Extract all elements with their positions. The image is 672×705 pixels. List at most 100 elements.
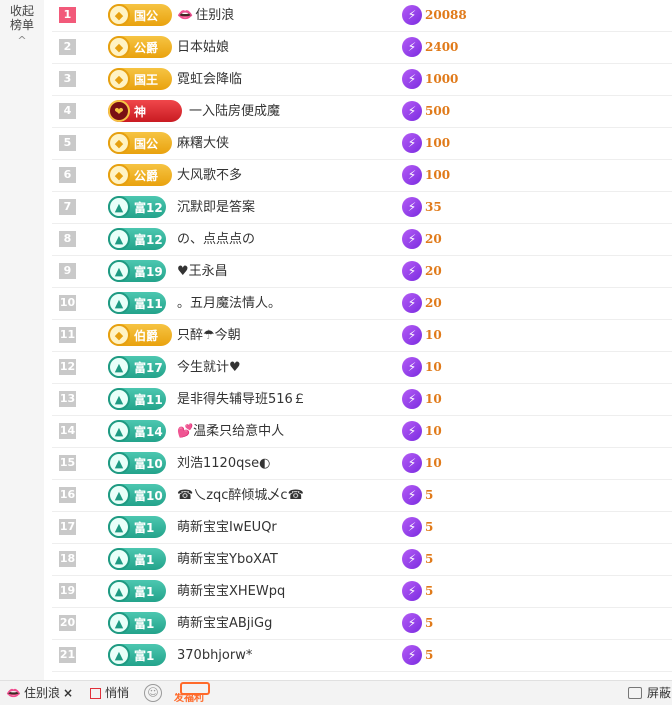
username[interactable]: 一入陆房便成魔: [189, 96, 280, 127]
username[interactable]: 370bhjorw*: [177, 640, 252, 671]
username[interactable]: 只醉☂今朝: [177, 320, 241, 351]
screen-label: 屏蔽: [647, 686, 672, 700]
rank-number: 10: [59, 295, 76, 311]
badge-label: 富1: [134, 552, 155, 567]
rank-row[interactable]: 15 ▲ 富10 刘浩1120qse◐ ⚡ 10: [52, 448, 672, 480]
rank-row[interactable]: 20 ▲ 富1 萌新宝宝ABjiGg ⚡ 5: [52, 608, 672, 640]
recipient-tag[interactable]: 👄 住别浪: [6, 681, 60, 705]
rank-panel-sidebar: 收起 榜单 ^: [0, 0, 44, 680]
username-text: 刘浩1120qse◐: [177, 456, 271, 471]
rank-row[interactable]: 1 ◆ 国公 👄 住别浪 ⚡ 20088: [52, 0, 672, 32]
level-badge: ▲ 富1: [108, 612, 166, 634]
close-icon[interactable]: ×: [63, 681, 73, 705]
whisper-label: 悄悄: [105, 686, 130, 700]
username[interactable]: 萌新宝宝XHEWpq: [177, 576, 285, 607]
badge-label: 国王: [134, 72, 159, 87]
username[interactable]: 刘浩1120qse◐: [177, 448, 270, 479]
welfare-gift-button[interactable]: 发福利: [174, 681, 222, 705]
rank-row[interactable]: 9 ▲ 富19 ♥王永昌 ⚡ 20: [52, 256, 672, 288]
username[interactable]: 沉默即是答案: [177, 192, 255, 223]
username[interactable]: 💕温柔只给意中人: [177, 416, 284, 447]
username-text: ♥王永昌: [177, 264, 228, 279]
rank-row[interactable]: 13 ▲ 富11 是非得失辅导班516￡ ⚡ 10: [52, 384, 672, 416]
username-text: 萌新宝宝YboXAT: [177, 552, 278, 567]
username[interactable]: 大风歌不多: [177, 160, 242, 191]
rank-number: 15: [59, 455, 76, 471]
username[interactable]: ♥王永昌: [177, 256, 228, 287]
screen-toggle-button[interactable]: 屏蔽: [628, 681, 671, 705]
username[interactable]: の、点点点の: [177, 224, 255, 255]
gift-amount: 10: [425, 360, 442, 374]
lips-icon: 👄: [177, 8, 194, 23]
rank-row[interactable]: 7 ▲ 富12 沉默即是答案 ⚡ 35: [52, 192, 672, 224]
rank-list: 1 ◆ 国公 👄 住别浪 ⚡ 20088 2 ◆ 公爵 日本姑娘 ⚡ 2400 3 ◆ 国王 霓虹会降临 ⚡ 100…: [52, 0, 672, 672]
level-badge: ▲ 富11: [108, 292, 166, 314]
badge-label: 富14: [134, 424, 163, 439]
lightning-gift-icon: ⚡: [402, 101, 422, 121]
lightning-gift-icon: ⚡: [402, 197, 422, 217]
gift-amount: 10: [425, 392, 442, 406]
lightning-gift-icon: ⚡: [402, 581, 422, 601]
fortune-emblem-icon: ▲: [108, 260, 130, 282]
lightning-gift-icon: ⚡: [402, 645, 422, 665]
rank-row[interactable]: 2 ◆ 公爵 日本姑娘 ⚡ 2400: [52, 32, 672, 64]
username[interactable]: 日本姑娘: [177, 32, 229, 63]
checkbox-icon[interactable]: [90, 687, 101, 699]
rank-row[interactable]: 10 ▲ 富11 。五月魔法情人。 ⚡ 20: [52, 288, 672, 320]
rank-row[interactable]: 4 ❤ 神一入陆房便成魔 ⚡ 500: [52, 96, 672, 128]
lips-icon: 👄: [6, 686, 21, 700]
rank-number: 14: [59, 423, 76, 439]
username[interactable]: 是非得失辅导班516￡: [177, 384, 306, 415]
username[interactable]: 👄 住别浪: [177, 0, 234, 31]
badge-label: 富12: [134, 232, 163, 247]
username-text: 沉默即是答案: [177, 200, 256, 215]
username[interactable]: 萌新宝宝IwEUQr: [177, 512, 277, 543]
badge-label: 富19: [134, 264, 163, 279]
rank-row[interactable]: 11 ◆ 伯爵 只醉☂今朝 ⚡ 10: [52, 320, 672, 352]
username[interactable]: 霓虹会降临: [177, 64, 242, 95]
badge-label: 富1: [134, 616, 155, 631]
rank-row[interactable]: 21 ▲ 富1 370bhjorw* ⚡ 5: [52, 640, 672, 672]
noble-emblem-icon: ◆: [108, 324, 130, 346]
rank-number: 16: [59, 487, 76, 503]
username[interactable]: ☎乀zqc醉倾城乄c☎: [177, 480, 304, 511]
username-text: 今生就计♥: [177, 360, 241, 375]
rank-row[interactable]: 16 ▲ 富10 ☎乀zqc醉倾城乄c☎ ⚡ 5: [52, 480, 672, 512]
badge-label: 富12: [134, 200, 163, 215]
rank-number: 4: [59, 103, 76, 119]
rank-row[interactable]: 8 ▲ 富12 の、点点点の ⚡ 20: [52, 224, 672, 256]
username-text: 萌新宝宝IwEUQr: [177, 520, 277, 535]
lightning-gift-icon: ⚡: [402, 485, 422, 505]
gift-amount: 2400: [425, 40, 459, 54]
rank-number: 11: [59, 327, 76, 343]
username[interactable]: 麻糬大侠: [177, 128, 229, 159]
level-badge: ▲ 富12: [108, 196, 166, 218]
gift-amount: 10: [425, 424, 442, 438]
username-text: 日本姑娘: [177, 40, 230, 55]
rank-row[interactable]: 14 ▲ 富14 💕温柔只给意中人 ⚡ 10: [52, 416, 672, 448]
rank-row[interactable]: 3 ◆ 国王 霓虹会降临 ⚡ 1000: [52, 64, 672, 96]
username[interactable]: 萌新宝宝ABjiGg: [177, 608, 272, 639]
rank-row[interactable]: 18 ▲ 富1 萌新宝宝YboXAT ⚡ 5: [52, 544, 672, 576]
collapse-rank-button[interactable]: 收起 榜单 ^: [0, 4, 44, 48]
collapse-label-1: 收起: [9, 4, 34, 18]
rank-number: 2: [59, 39, 76, 55]
username[interactable]: 今生就计♥: [177, 352, 241, 383]
rank-row[interactable]: 6 ◆ 公爵 大风歌不多 ⚡ 100: [52, 160, 672, 192]
username-text: 💕温柔只给意中人: [177, 424, 285, 439]
lightning-gift-icon: ⚡: [402, 133, 422, 153]
fortune-emblem-icon: ▲: [108, 388, 130, 410]
username[interactable]: 。五月魔法情人。: [177, 288, 281, 319]
level-badge: ▲ 富12: [108, 228, 166, 250]
rank-number: 1: [59, 7, 76, 23]
rank-row[interactable]: 19 ▲ 富1 萌新宝宝XHEWpq ⚡ 5: [52, 576, 672, 608]
rank-row[interactable]: 17 ▲ 富1 萌新宝宝IwEUQr ⚡ 5: [52, 512, 672, 544]
whisper-checkbox[interactable]: 悄悄: [90, 681, 129, 705]
username[interactable]: 萌新宝宝YboXAT: [177, 544, 278, 575]
rank-row[interactable]: 5 ◆ 国公 麻糬大侠 ⚡ 100: [52, 128, 672, 160]
level-badge: ▲ 富17: [108, 356, 166, 378]
rank-row[interactable]: 12 ▲ 富17 今生就计♥ ⚡ 10: [52, 352, 672, 384]
level-badge: ▲ 富14: [108, 420, 166, 442]
chat-input-bar: 👄 住别浪 × 悄悄 ☺ 发福利 屏蔽: [0, 680, 672, 705]
smiley-icon[interactable]: ☺: [144, 684, 162, 702]
